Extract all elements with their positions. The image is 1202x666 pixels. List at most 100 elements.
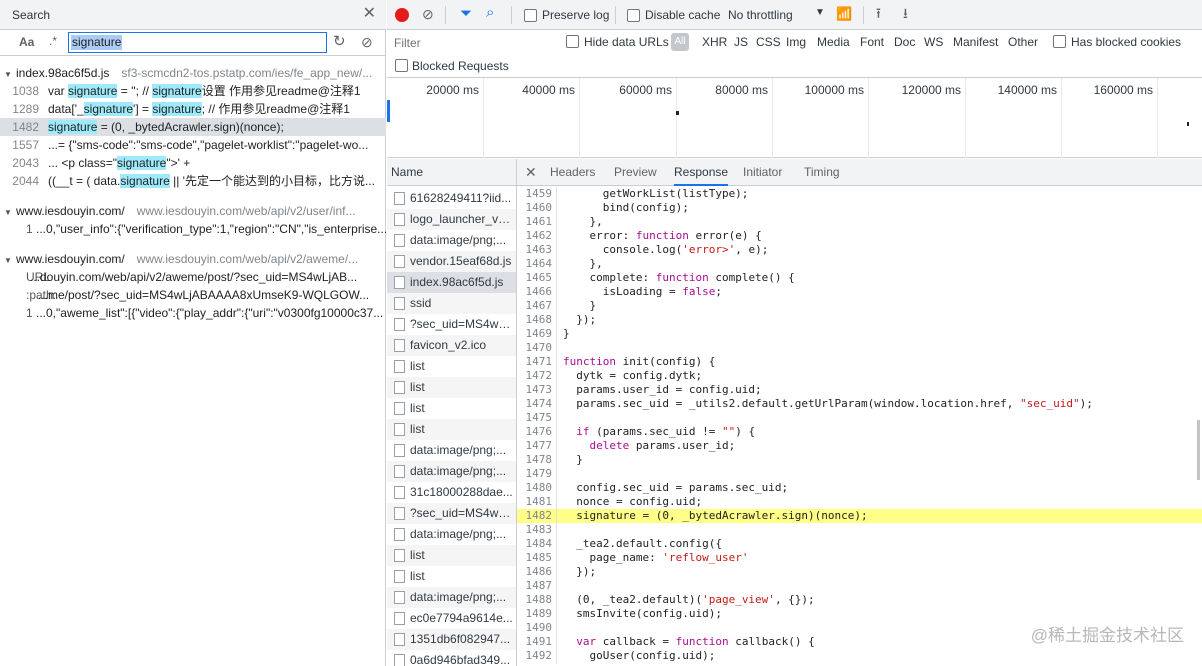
tab-timing[interactable]: Timing — [804, 159, 840, 186]
line-number: 1483 — [517, 523, 557, 537]
request-row[interactable]: list — [387, 419, 516, 440]
blocked-cookies-checkbox[interactable] — [1053, 35, 1066, 48]
request-row[interactable]: ?sec_uid=MS4wL... — [387, 503, 516, 524]
chevron-down-icon[interactable]: ▼ — [815, 7, 825, 18]
code-line: 1488 (0, _tea2.default)('page_view', {})… — [517, 593, 1202, 607]
search-result-line[interactable]: 2043... <p class="signature">' + — [0, 154, 386, 172]
request-name: ?sec_uid=MS4wL... — [410, 317, 514, 331]
request-row[interactable]: list — [387, 566, 516, 587]
expand-triangle-icon[interactable]: ▼ — [0, 252, 16, 268]
request-row[interactable]: favicon_v2.ico — [387, 335, 516, 356]
search-result-line[interactable]: URL...douyin.com/web/api/v2/aweme/post/?… — [0, 268, 386, 286]
search-result-line-selected[interactable]: 1482 signature = (0, _bytedAcrawler.sign)… — [0, 118, 386, 136]
filter-input[interactable] — [391, 33, 553, 52]
throttling-select[interactable]: No throttling — [728, 8, 793, 22]
request-row[interactable]: data:image/png;... — [387, 461, 516, 482]
search-result-file[interactable]: ▼ www.iesdouyin.com/www.iesdouyin.com/web… — [0, 202, 386, 220]
response-code-view[interactable]: 1459 getWorkList(listType); 1460 bind(con… — [517, 187, 1202, 666]
request-row[interactable]: data:image/png;... — [387, 440, 516, 461]
clear-icon[interactable]: ⊘ — [361, 34, 373, 50]
request-name: list — [410, 359, 425, 373]
file-icon — [394, 255, 405, 268]
code-line: 1473 params.user_id = config.uid; — [517, 383, 1202, 397]
request-row[interactable]: ssid — [387, 293, 516, 314]
search-panel: Search ✕ Aa .* signature ↻ ⊘ ▼index.98ac… — [0, 0, 386, 666]
name-column-header[interactable]: Name — [387, 159, 516, 186]
hide-data-urls-checkbox[interactable] — [566, 35, 579, 48]
tab-response[interactable]: Response — [674, 159, 729, 186]
type-filter-all[interactable]: All — [671, 33, 689, 51]
search-result-line[interactable]: 1038 var signature = ''; // signature设置 作… — [0, 82, 386, 100]
clear-icon[interactable]: ⊘ — [422, 6, 434, 22]
close-icon[interactable]: ✕ — [525, 164, 537, 180]
import-har-icon[interactable]: ⭱ — [876, 5, 881, 21]
search-result-line[interactable]: 1557 ...= {"sms-code":"sms-code","pagelet… — [0, 136, 386, 154]
expand-triangle-icon[interactable]: ▼ — [0, 66, 16, 82]
request-row[interactable]: list — [387, 377, 516, 398]
search-result-line[interactable]: :path:...me/post/?sec_uid=MS4wLjABAAAA8x… — [0, 286, 386, 304]
tab-headers[interactable]: Headers — [550, 159, 595, 186]
match-case-button[interactable]: Aa — [19, 35, 34, 49]
file-icon — [394, 402, 405, 415]
network-conditions-icon[interactable]: 📶 — [836, 6, 852, 22]
request-row[interactable]: logo_launcher_v2... — [387, 209, 516, 230]
regex-button[interactable]: .* — [49, 34, 57, 48]
type-filter-manifest[interactable]: Manifest — [953, 35, 998, 49]
search-result-line[interactable]: 1 ...0,"aweme_list":[{"video":{"play_addr… — [0, 304, 386, 322]
type-filter-doc[interactable]: Doc — [894, 35, 915, 49]
close-icon[interactable]: ✕ — [363, 6, 376, 22]
request-row[interactable]: 61628249411?iid... — [387, 188, 516, 209]
type-filter-css[interactable]: CSS — [756, 35, 781, 49]
tab-initiator[interactable]: Initiator — [743, 159, 782, 186]
type-filter-ws[interactable]: WS — [924, 35, 943, 49]
expand-triangle-icon[interactable]: ▼ — [0, 204, 16, 220]
search-tab[interactable]: Search — [12, 8, 50, 22]
request-row[interactable]: list — [387, 398, 516, 419]
network-overview[interactable]: 20000 ms 40000 ms 60000 ms 80000 ms 1000… — [387, 78, 1202, 158]
request-row[interactable]: data:image/png;... — [387, 524, 516, 545]
request-row[interactable]: 0a6d946bfad349... — [387, 650, 516, 666]
request-name: ec0e7794a9614e... — [410, 611, 513, 625]
request-row[interactable]: ?sec_uid=MS4wL... — [387, 314, 516, 335]
file-icon — [394, 570, 405, 583]
code-text: config.sec_uid = params.sec_uid; — [563, 481, 789, 494]
type-filter-xhr[interactable]: XHR — [702, 35, 727, 49]
code-line: 1478 } — [517, 453, 1202, 467]
type-filter-js[interactable]: JS — [734, 35, 748, 49]
search-icon[interactable]: ⌕ — [486, 5, 494, 21]
tab-preview[interactable]: Preview — [614, 159, 657, 186]
request-row[interactable]: list — [387, 545, 516, 566]
line-number: 1492 — [517, 649, 557, 663]
request-row[interactable]: list — [387, 356, 516, 377]
type-filter-img[interactable]: Img — [786, 35, 806, 49]
file-icon — [394, 528, 405, 541]
filter-icon[interactable]: ⏷ — [460, 6, 472, 22]
disable-cache-checkbox[interactable] — [627, 9, 640, 22]
blocked-requests-checkbox[interactable] — [395, 59, 408, 72]
request-row[interactable]: vendor.15eaf68d.js — [387, 251, 516, 272]
search-result-file[interactable]: ▼ www.iesdouyin.com/www.iesdouyin.com/web… — [0, 250, 386, 268]
type-filter-media[interactable]: Media — [817, 35, 850, 49]
request-row[interactable]: index.98ac6f5d.js — [387, 272, 516, 293]
request-name: favicon_v2.ico — [410, 338, 487, 352]
type-filter-font[interactable]: Font — [860, 35, 884, 49]
search-result-line[interactable]: 2044 ((__t = ( data.signature || '先定一个能达到… — [0, 172, 386, 190]
code-text: signature = (0, _bytedAcrawler.sign)(non… — [563, 509, 868, 522]
request-row[interactable]: data:image/png;... — [387, 230, 516, 251]
search-result-line[interactable]: 1289 data['_signature'] = signature; // 作… — [0, 100, 386, 118]
line-number: 1477 — [517, 439, 557, 453]
export-har-icon[interactable]: ⭳ — [903, 5, 908, 21]
request-row[interactable]: 1351db6f082947... — [387, 629, 516, 650]
search-result-file[interactable]: ▼ index.98ac6f5d.js sf3-scmcdn2-tos.pstatp… — [0, 64, 386, 82]
type-filter-other[interactable]: Other — [1008, 35, 1038, 49]
refresh-icon[interactable]: ↻ — [333, 34, 346, 50]
request-row[interactable]: ec0e7794a9614e... — [387, 608, 516, 629]
request-row[interactable]: data:image/png;... — [387, 587, 516, 608]
scrollbar-thumb[interactable] — [1197, 420, 1200, 480]
search-result-line[interactable]: 1 ...0,"user_info":{"verification_type":1… — [0, 220, 386, 238]
overview-tick-label: 100000 ms — [804, 83, 864, 97]
code-text: nonce = config.uid; — [563, 495, 703, 508]
preserve-log-checkbox[interactable] — [524, 9, 537, 22]
record-button[interactable] — [395, 8, 409, 22]
request-row[interactable]: 31c18000288dae... — [387, 482, 516, 503]
